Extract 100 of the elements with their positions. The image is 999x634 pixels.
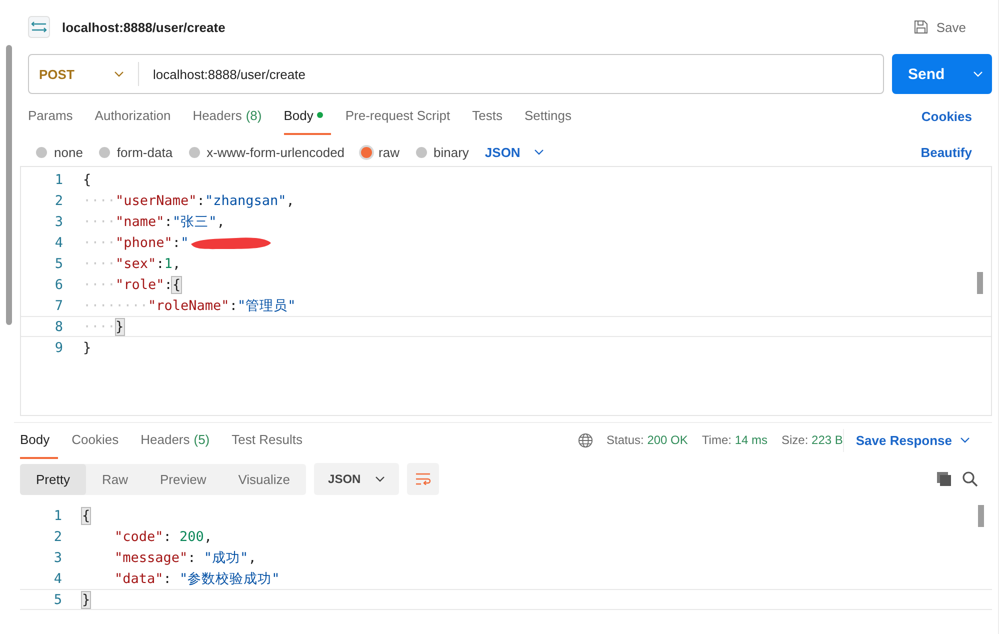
- code-string: "成功": [204, 548, 248, 566]
- code-string: "参数校验成功": [180, 570, 280, 588]
- code-punct: ,: [216, 214, 225, 230]
- line-number: 2: [54, 192, 64, 208]
- method-dropdown[interactable]: POST: [29, 62, 139, 86]
- code-punct: :: [164, 214, 172, 230]
- send-button[interactable]: Send: [892, 54, 992, 94]
- url-field[interactable]: localhost:8888/user/create: [139, 66, 306, 82]
- body-mode-radio[interactable]: form-data: [98, 144, 173, 160]
- indent-marker: ····: [83, 192, 116, 208]
- body-mode-radio[interactable]: none: [36, 144, 83, 160]
- caret-icon: [972, 71, 983, 77]
- caret-icon: [374, 476, 385, 482]
- body-mode-radio[interactable]: x-www-form-urlencoded: [188, 144, 345, 160]
- body-mode-radio[interactable]: raw: [360, 144, 400, 160]
- search-icon[interactable]: [962, 471, 978, 487]
- line-number: 5: [54, 256, 64, 272]
- response-tab[interactable]: Test Results: [232, 422, 310, 458]
- format-dropdown[interactable]: JSON: [484, 144, 544, 160]
- save-button[interactable]: Save: [914, 20, 978, 34]
- line-number: 8: [54, 318, 64, 334]
- code-string: "管理员": [237, 296, 296, 314]
- code-string: "张三": [172, 212, 217, 230]
- code-string: ": [180, 234, 189, 250]
- line-number: 5: [52, 592, 63, 608]
- view-mode-button[interactable]: Pretty: [20, 464, 86, 494]
- view-mode-button[interactable]: Visualize: [222, 464, 306, 494]
- code-punct: :: [172, 234, 181, 250]
- scrollbar[interactable]: [6, 45, 12, 325]
- http-request-icon: [28, 16, 50, 38]
- code-punct: ,: [204, 528, 212, 544]
- line-number: 4: [52, 570, 63, 586]
- code-punct: ,: [286, 192, 294, 208]
- copy-icon[interactable]: [936, 471, 952, 487]
- wrap-lines-button[interactable]: [406, 463, 439, 495]
- response-tab[interactable]: Cookies: [72, 422, 127, 458]
- code-bracket: }: [82, 592, 90, 608]
- response-tab[interactable]: Headers (5): [140, 422, 218, 458]
- line-number: 1: [54, 172, 64, 188]
- code-number: 1: [164, 256, 172, 272]
- code-key: "sex": [116, 256, 156, 272]
- code-key: "role": [116, 276, 164, 292]
- code-string: "zhangsan": [204, 192, 286, 208]
- request-tab[interactable]: Headers (8): [192, 98, 270, 134]
- code-key: "userName": [116, 192, 197, 208]
- response-stat: Time: 14 ms: [702, 433, 768, 447]
- code-bracket: {: [82, 508, 90, 524]
- beautify-link[interactable]: Beautify: [920, 144, 972, 160]
- response-stat: Status: 200 OK: [606, 433, 688, 447]
- request-tab[interactable]: Params: [28, 98, 81, 134]
- code-punct: ,: [172, 256, 181, 272]
- code-number: 200: [180, 528, 204, 544]
- view-mode-button[interactable]: Preview: [144, 464, 222, 494]
- line-number: 7: [54, 298, 64, 314]
- indent-marker: ····: [83, 276, 116, 292]
- view-mode-button[interactable]: Raw: [86, 464, 144, 494]
- request-tab[interactable]: Tests: [472, 98, 510, 134]
- code-punct: :: [229, 298, 238, 314]
- code-bracket: {: [172, 276, 181, 292]
- code-key: "roleName": [148, 298, 230, 314]
- caret-icon: [960, 437, 970, 443]
- indent-marker: ····: [83, 234, 116, 250]
- code-key: "phone": [116, 234, 172, 250]
- indent-marker: ····: [83, 214, 116, 230]
- request-tab[interactable]: Authorization: [94, 98, 179, 134]
- line-number: 4: [54, 234, 64, 250]
- request-tab[interactable]: Settings: [524, 98, 580, 134]
- wrap-icon: [414, 473, 431, 485]
- code-punct: :: [188, 550, 197, 566]
- save-icon: [914, 20, 928, 34]
- indent-marker: ····: [83, 256, 116, 272]
- line-number: 2: [52, 528, 63, 544]
- globe-icon: [578, 432, 592, 448]
- code-key: "message": [114, 550, 188, 566]
- code-punct: ,: [248, 550, 256, 566]
- line-number: 6: [54, 276, 64, 292]
- cookies-link[interactable]: Cookies: [921, 108, 972, 124]
- body-mode-radio[interactable]: binary: [416, 144, 469, 160]
- request-tab[interactable]: Body: [284, 98, 332, 134]
- save-response-button[interactable]: Save Response: [842, 428, 984, 452]
- code-bracket: }: [83, 340, 92, 356]
- code-key: "data": [114, 570, 164, 586]
- indent-marker: ····: [83, 318, 116, 334]
- format-dropdown[interactable]: JSON: [314, 463, 399, 495]
- code-bracket: {: [83, 172, 92, 188]
- code-punct: :: [163, 570, 172, 586]
- code-editor[interactable]: 1 { 2 ····"userName":"zhangsan", 3 ····"name":"张三", 4 ····"phone":" 5 ····"sex":1, 6 ····"role":{ 7 ········"roleName":"管理员" 8 ····} 9 }: [20, 166, 992, 416]
- code-punct: :: [156, 256, 164, 272]
- line-number: 3: [52, 550, 63, 566]
- response-tab[interactable]: Body: [20, 422, 58, 458]
- caret-icon: [114, 71, 124, 77]
- code-punct: :: [196, 192, 205, 208]
- scrollbar-thumb[interactable]: [977, 272, 983, 294]
- indent-marker: ········: [83, 298, 148, 314]
- caret-icon: [534, 149, 544, 155]
- line-number: 9: [54, 340, 64, 356]
- line-number: 3: [54, 214, 64, 230]
- scrollbar-thumb[interactable]: [978, 505, 984, 527]
- code-punct: :: [164, 276, 172, 292]
- request-tab[interactable]: Pre-request Script: [345, 98, 458, 134]
